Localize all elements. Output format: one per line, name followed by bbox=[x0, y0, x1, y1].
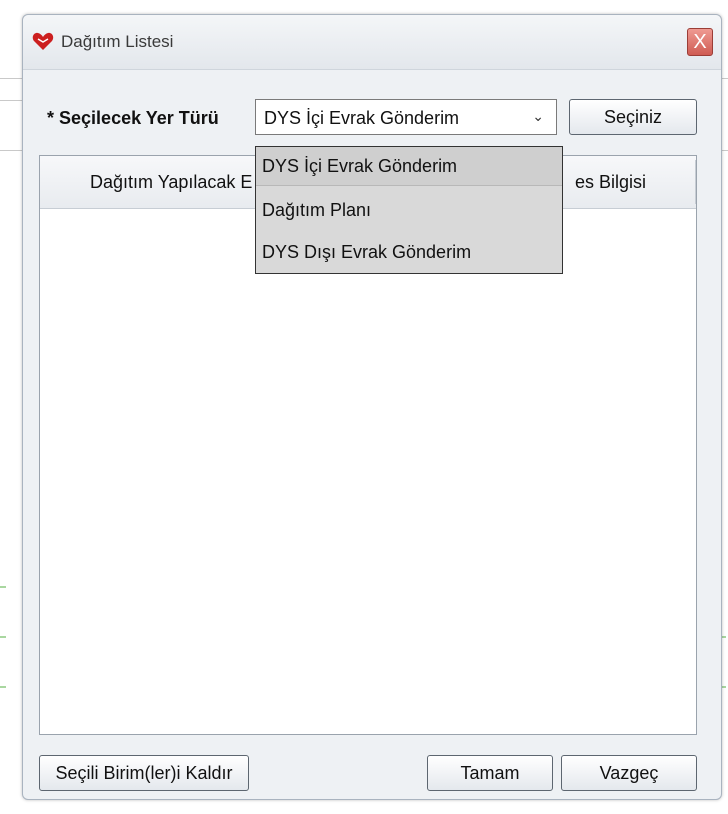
location-type-label-text: Seçilecek Yer Türü bbox=[59, 108, 219, 128]
dropdown-option[interactable]: DYS İçi Evrak Gönderim bbox=[256, 147, 562, 186]
dropdown-option[interactable]: DYS Dışı Evrak Gönderim bbox=[256, 233, 562, 271]
remove-selected-label: Seçili Birim(ler)i Kaldır bbox=[55, 763, 233, 783]
background-mark bbox=[0, 686, 6, 688]
background-divider bbox=[0, 100, 22, 101]
select-value: DYS İçi Evrak Gönderim bbox=[264, 108, 460, 128]
ok-label: Tamam bbox=[460, 763, 520, 783]
location-type-select[interactable]: DYS İçi Evrak Gönderim ⌄ bbox=[255, 99, 557, 135]
background-mark bbox=[0, 586, 6, 588]
title-bar[interactable]: Dağıtım Listesi X bbox=[23, 15, 721, 70]
close-button[interactable]: X bbox=[687, 28, 713, 56]
location-type-dropdown[interactable]: DYS İçi Evrak Gönderim Dağıtım Planı DYS… bbox=[255, 146, 563, 274]
column-divider bbox=[695, 160, 696, 204]
dropdown-option[interactable]: Dağıtım Planı bbox=[256, 191, 562, 229]
remove-selected-button[interactable]: Seçili Birim(ler)i Kaldır bbox=[39, 755, 249, 791]
window-title: Dağıtım Listesi bbox=[61, 32, 174, 51]
column-header-address-info[interactable]: es Bilgisi bbox=[575, 172, 646, 193]
background-divider bbox=[0, 78, 22, 79]
heart-envelope-icon bbox=[32, 32, 54, 50]
select-button[interactable]: Seçiniz bbox=[569, 99, 697, 135]
select-button-label: Seçiniz bbox=[603, 107, 663, 127]
close-icon: X bbox=[693, 31, 707, 53]
column-header-distribution[interactable]: Dağıtım Yapılacak E bbox=[90, 172, 252, 193]
background-mark bbox=[0, 636, 6, 638]
ok-button[interactable]: Tamam bbox=[427, 755, 553, 791]
chevron-down-icon[interactable]: ⌄ bbox=[532, 108, 544, 125]
distribution-list-dialog: Dağıtım Listesi X * Seçilecek Yer Türü D… bbox=[22, 14, 722, 800]
cancel-button[interactable]: Vazgeç bbox=[561, 755, 697, 791]
cancel-label: Vazgeç bbox=[599, 763, 659, 783]
background-divider bbox=[0, 150, 22, 151]
location-type-label: * Seçilecek Yer Türü bbox=[47, 108, 219, 129]
required-mark: * bbox=[47, 108, 55, 128]
